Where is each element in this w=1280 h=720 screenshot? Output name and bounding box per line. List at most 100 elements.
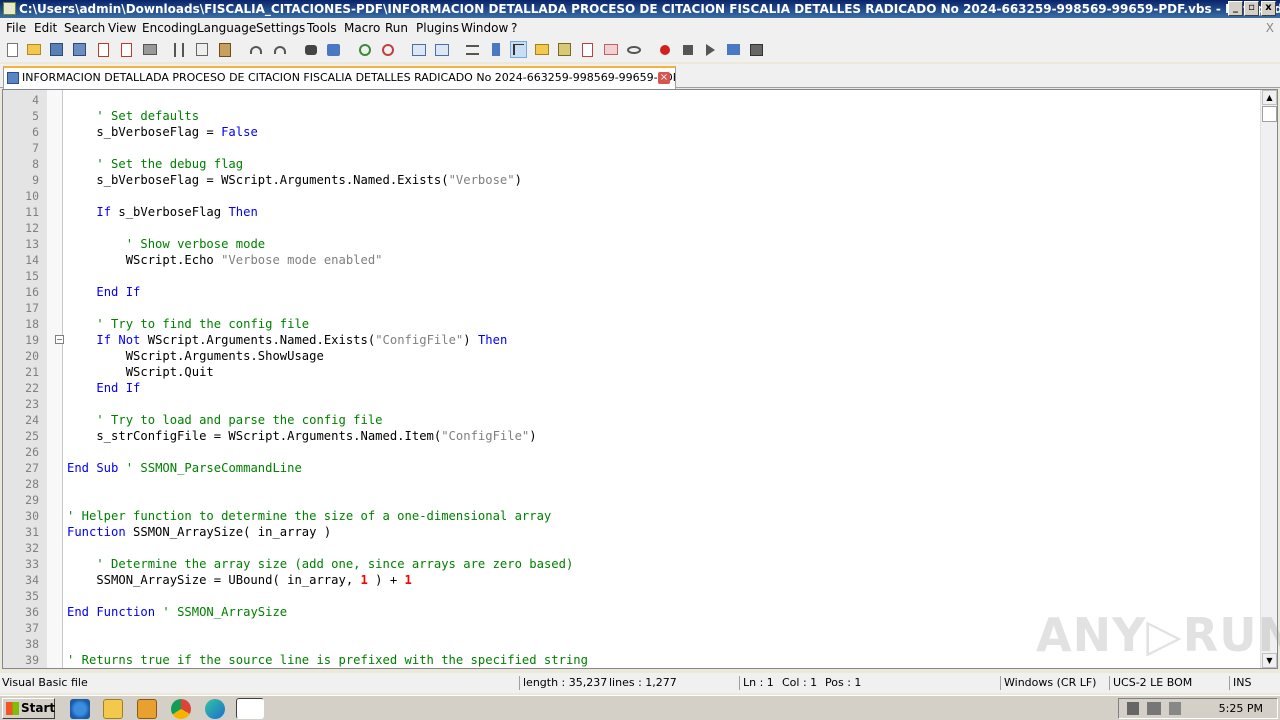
paste-icon[interactable]	[216, 41, 233, 58]
menu-file[interactable]: File	[6, 18, 26, 38]
cut-icon[interactable]	[170, 41, 187, 58]
code-line[interactable]: 6 s_bVerboseFlag = False	[3, 124, 1261, 140]
code-line[interactable]: 27 End Sub ' SSMON_ParseCommandLine	[3, 460, 1261, 476]
minimize-button[interactable]: _	[1228, 1, 1243, 16]
menu-encoding[interactable]: Encoding	[142, 18, 197, 38]
replace-icon[interactable]	[325, 41, 342, 58]
code-line[interactable]: 33 ' Determine the array size (add one, …	[3, 556, 1261, 572]
print-icon[interactable]	[141, 41, 158, 58]
indent-guide-icon[interactable]	[510, 41, 527, 58]
code-line[interactable]: 32	[3, 540, 1261, 556]
start-button[interactable]: Start	[2, 698, 55, 719]
open-file-icon[interactable]	[25, 41, 42, 58]
tab-close-icon[interactable]: ×	[658, 72, 670, 84]
code-editor[interactable]: 45 ' Set defaults 6 s_bVerboseFlag = Fals…	[2, 89, 1278, 669]
record-macro-icon[interactable]	[656, 41, 673, 58]
code-line[interactable]: 5 ' Set defaults	[3, 108, 1261, 124]
show-all-characters-icon[interactable]	[487, 41, 504, 58]
stop-macro-icon[interactable]	[679, 41, 696, 58]
copy-icon[interactable]	[193, 41, 210, 58]
scroll-thumb[interactable]	[1262, 106, 1277, 122]
menu-view[interactable]: View	[108, 18, 136, 38]
notepadpp-taskbar-button[interactable]	[236, 698, 264, 719]
vertical-scrollbar[interactable]: ▲ ▼	[1260, 90, 1277, 668]
save-all-icon[interactable]	[71, 41, 88, 58]
folder-as-workspace-icon[interactable]	[602, 41, 619, 58]
menu-help[interactable]: ?	[511, 18, 517, 38]
close-all-icon[interactable]	[118, 41, 135, 58]
word-wrap-icon[interactable]	[464, 41, 481, 58]
run-macro-multiple-icon[interactable]	[725, 41, 742, 58]
maximize-button[interactable]: ▫	[1244, 1, 1259, 16]
code-line[interactable]: 21 WScript.Quit	[3, 364, 1261, 380]
code-line[interactable]: 8 ' Set the debug flag	[3, 156, 1261, 172]
code-line[interactable]: 4	[3, 92, 1261, 108]
line-number: 15	[25, 269, 39, 283]
zoom-out-icon[interactable]	[379, 41, 396, 58]
fold-toggle-icon[interactable]: −	[55, 335, 64, 344]
code-line[interactable]: 14 WScript.Echo "Verbose mode enabled"	[3, 252, 1261, 268]
close-file-icon[interactable]	[95, 41, 112, 58]
network-icon[interactable]	[1147, 702, 1161, 715]
menu-tools[interactable]: Tools	[307, 18, 337, 38]
monitoring-icon[interactable]	[625, 41, 642, 58]
code-line[interactable]: 19 If Not WScript.Arguments.Named.Exists…	[3, 332, 1261, 348]
flag-icon[interactable]	[1169, 702, 1181, 715]
code-line[interactable]: 13 ' Show verbose mode	[3, 236, 1261, 252]
code-line[interactable]: 18 ' Try to find the config file	[3, 316, 1261, 332]
code-line[interactable]: 34 SSMON_ArraySize = UBound( in_array, 1…	[3, 572, 1261, 588]
chrome-icon[interactable]	[171, 699, 191, 719]
volume-icon[interactable]	[1127, 702, 1139, 715]
code-line[interactable]: 22 End If	[3, 380, 1261, 396]
menu-language[interactable]: Language	[197, 18, 256, 38]
close-document-icon[interactable]: X	[1266, 18, 1274, 38]
undo-icon[interactable]	[247, 41, 264, 58]
menu-search[interactable]: Search	[64, 18, 105, 38]
new-file-icon[interactable]	[4, 41, 21, 58]
internet-explorer-icon[interactable]	[70, 699, 90, 719]
code-line[interactable]: 29	[3, 492, 1261, 508]
code-line[interactable]: 35	[3, 588, 1261, 604]
function-list-icon[interactable]	[579, 41, 596, 58]
code-line[interactable]: 11 If s_bVerboseFlag Then	[3, 204, 1261, 220]
media-player-icon[interactable]	[137, 699, 157, 719]
tab-document[interactable]: INFORMACION DETALLADA PROCESO DE CITACIO…	[3, 66, 676, 89]
code-line[interactable]: 16 End If	[3, 284, 1261, 300]
sync-vertical-icon[interactable]	[410, 41, 427, 58]
play-macro-icon[interactable]	[702, 41, 719, 58]
menu-macro[interactable]: Macro	[344, 18, 380, 38]
code-line[interactable]: 25 s_strConfigFile = WScript.Arguments.N…	[3, 428, 1261, 444]
scroll-up-arrow-icon[interactable]: ▲	[1262, 90, 1277, 105]
code-line[interactable]: 20 WScript.Arguments.ShowUsage	[3, 348, 1261, 364]
code-line[interactable]: 7	[3, 140, 1261, 156]
find-icon[interactable]	[302, 41, 319, 58]
menu-edit[interactable]: Edit	[34, 18, 57, 38]
zoom-in-icon[interactable]	[356, 41, 373, 58]
save-icon[interactable]	[48, 41, 65, 58]
menu-window[interactable]: Window	[461, 18, 508, 38]
close-button[interactable]: x	[1261, 1, 1276, 16]
code-line[interactable]: 12	[3, 220, 1261, 236]
code-line[interactable]: 31 Function SSMON_ArraySize( in_array )	[3, 524, 1261, 540]
code-line[interactable]: 26	[3, 444, 1261, 460]
code-line[interactable]: 30 ' Helper function to determine the siz…	[3, 508, 1261, 524]
code-line[interactable]: 24 ' Try to load and parse the config fi…	[3, 412, 1261, 428]
save-macro-icon[interactable]	[748, 41, 765, 58]
udl-icon[interactable]	[533, 41, 550, 58]
code-line[interactable]: 10	[3, 188, 1261, 204]
title-bar[interactable]: C:\Users\admin\Downloads\FISCALIA_CITACI…	[0, 0, 1280, 18]
sync-horizontal-icon[interactable]	[433, 41, 450, 58]
menu-settings[interactable]: Settings	[256, 18, 305, 38]
menu-run[interactable]: Run	[385, 18, 408, 38]
code-line[interactable]: 28	[3, 476, 1261, 492]
code-line[interactable]: 23	[3, 396, 1261, 412]
code-line[interactable]: 9 s_bVerboseFlag = WScript.Arguments.Nam…	[3, 172, 1261, 188]
clock[interactable]: 5:25 PM	[1219, 699, 1263, 719]
document-map-icon[interactable]	[556, 41, 573, 58]
redo-icon[interactable]	[271, 41, 288, 58]
edge-icon[interactable]	[205, 699, 225, 719]
file-explorer-icon[interactable]	[103, 699, 123, 719]
code-line[interactable]: 17	[3, 300, 1261, 316]
code-line[interactable]: 15	[3, 268, 1261, 284]
menu-plugins[interactable]: Plugins	[416, 18, 459, 38]
